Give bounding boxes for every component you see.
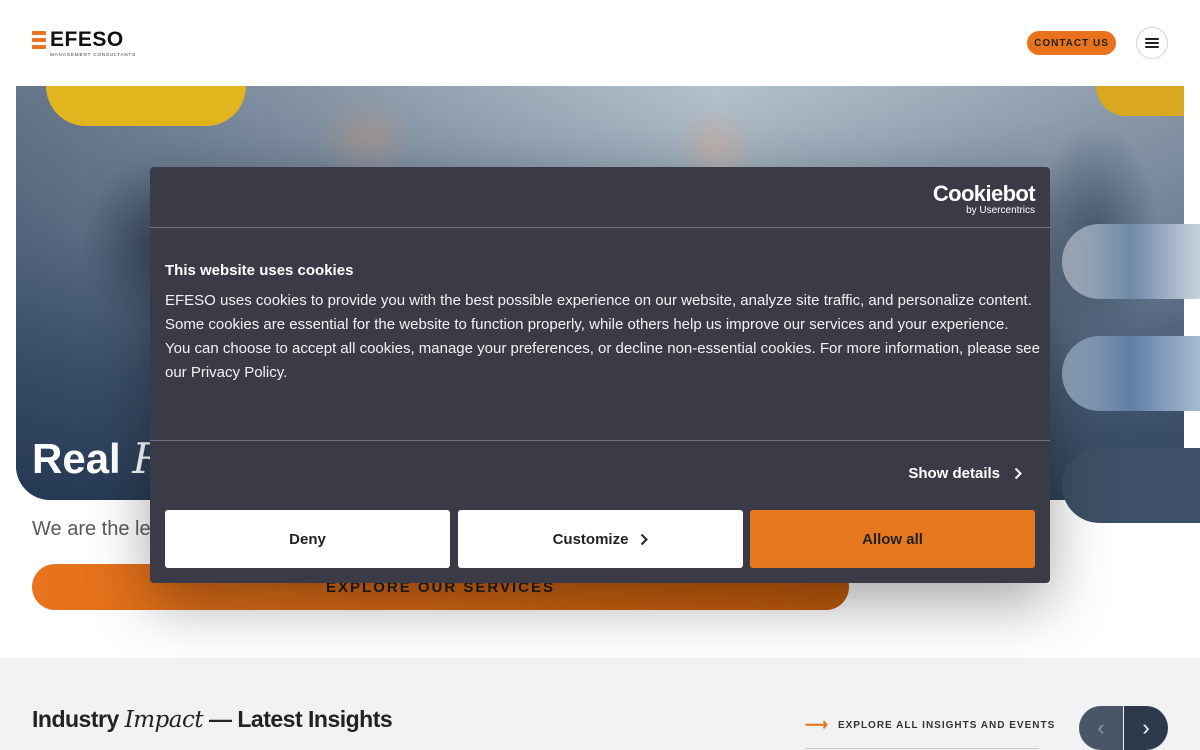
- show-details-link[interactable]: Show details: [908, 465, 1022, 482]
- insights-section: Industry Impact — Latest Insights ⟶ EXPL…: [0, 658, 1200, 750]
- hero-photo-detail: [1096, 86, 1184, 116]
- side-carousel-thumb[interactable]: [1062, 336, 1200, 411]
- cookie-consent-dialog: Cookiebot by Usercentrics This website u…: [150, 167, 1050, 583]
- logo-word: EFESO: [50, 28, 124, 51]
- chevron-left-icon: ‹: [1097, 715, 1105, 740]
- customize-button[interactable]: Customize: [458, 510, 743, 568]
- carousel-next-button[interactable]: ›: [1124, 706, 1168, 750]
- hero-photo-detail: [46, 86, 246, 126]
- link-underline: [805, 748, 1039, 749]
- deny-label: Deny: [289, 530, 326, 548]
- divider: [150, 440, 1050, 441]
- allow-all-label: Allow all: [862, 530, 923, 548]
- page: EFESO MANAGEMENT CONSULTANTS CONTACT US …: [0, 0, 1200, 750]
- divider: [150, 227, 1050, 228]
- show-details-label: Show details: [908, 465, 1000, 482]
- insights-title-italic: Impact: [124, 707, 204, 733]
- carousel-prev-button[interactable]: ‹: [1079, 706, 1123, 750]
- explore-insights-label: EXPLORE ALL INSIGHTS AND EVENTS: [837, 720, 1056, 731]
- deny-button[interactable]: Deny: [165, 510, 450, 568]
- arrow-right-icon: ⟶: [805, 716, 829, 734]
- side-carousel-thumb[interactable]: [1062, 224, 1200, 299]
- chevron-right-icon: ›: [1142, 715, 1150, 740]
- customize-label: Customize: [552, 530, 629, 548]
- logo-mark-icon: [32, 31, 46, 49]
- cookie-body-paragraph: EFESO uses cookies to provide you with t…: [165, 292, 1032, 333]
- hero-description: We are the le: [32, 518, 151, 540]
- site-header: EFESO MANAGEMENT CONSULTANTS CONTACT US: [0, 0, 1200, 86]
- cookie-body-paragraph: You can choose to accept all cookies, ma…: [165, 340, 1040, 381]
- cookiebot-brand: Cookiebot: [932, 181, 1036, 206]
- explore-insights-link[interactable]: ⟶ EXPLORE ALL INSIGHTS AND EVENTS: [805, 716, 1056, 734]
- chevron-right-icon: [641, 533, 649, 545]
- insights-title: Industry Impact — Latest Insights: [32, 706, 393, 733]
- side-carousel-thumb[interactable]: [1062, 448, 1200, 523]
- allow-all-button[interactable]: Allow all: [750, 510, 1035, 568]
- efeso-logo[interactable]: EFESO MANAGEMENT CONSULTANTS: [32, 28, 137, 57]
- cookiebot-logo: Cookiebot by Usercentrics: [932, 181, 1036, 216]
- hero-title-plain: Real: [32, 435, 133, 482]
- contact-us-button[interactable]: CONTACT US: [1027, 31, 1116, 55]
- cookie-dialog-body: EFESO uses cookies to provide you with t…: [165, 289, 1040, 385]
- cookie-dialog-title: This website uses cookies: [165, 262, 354, 279]
- insights-title-post: — Latest Insights: [203, 706, 393, 732]
- menu-button[interactable]: [1136, 27, 1168, 59]
- hamburger-icon: [1145, 38, 1159, 48]
- insights-title-pre: Industry: [32, 706, 125, 732]
- logo-subtitle: MANAGEMENT CONSULTANTS: [50, 52, 137, 57]
- chevron-right-icon: [1014, 467, 1022, 480]
- hero-title: Real R: [32, 434, 164, 483]
